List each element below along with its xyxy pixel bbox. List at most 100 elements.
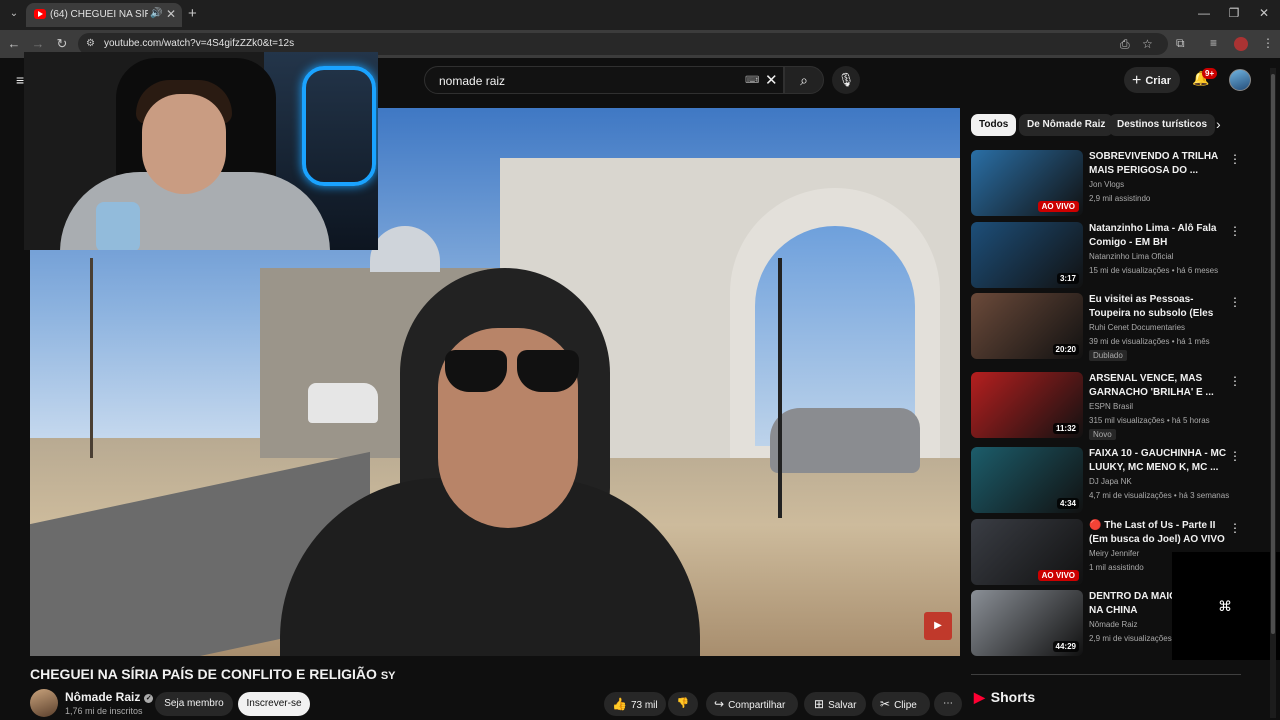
video-frame-lamp-post [778,258,782,518]
more-options-icon[interactable]: ⋮ [1229,224,1241,238]
scissors-icon: ✂ [880,697,891,711]
video-thumbnail[interactable]: 3:17 [971,222,1083,288]
restore-icon[interactable]: ❐ [1224,6,1244,20]
like-button[interactable]: 👍 73 mil [604,692,666,716]
recommendation-title[interactable]: Eu visitei as Pessoas-Toupeira no subsol… [1089,293,1229,321]
recommendation-meta: 2,9 mi de visualizações [1089,634,1172,643]
recommendation-item[interactable]: 3:17 Natanzinho Lima - Alô Fala Comigo - … [971,222,1241,290]
recommendation-item[interactable]: 11:32 ARSENAL VENCE, MAS GARNACHO 'BRILHA… [971,372,1241,440]
recommendation-channel[interactable]: Nômade Raiz [1089,620,1137,629]
save-label: Salvar [828,700,857,711]
extensions-icon[interactable]: ⧉ [1176,36,1185,51]
chip-destinations[interactable]: Destinos turísticos [1109,114,1216,136]
scrollbar-thumb[interactable] [1271,74,1275,634]
video-thumbnail[interactable]: 4:34 [971,447,1083,513]
window-close-icon[interactable]: ✕ [1254,6,1274,20]
tab-title: (64) CHEGUEI NA SÍRIA PAÍ [50,9,148,20]
audio-playing-icon[interactable]: 🔊 [150,8,162,19]
minimize-icon[interactable]: — [1194,6,1214,20]
recommendation-channel[interactable]: DJ Japa NK [1089,477,1132,486]
voice-search-icon[interactable]: 🎙 [832,66,860,94]
save-button[interactable]: ⊞ Salvar [804,692,866,716]
recommendation-item[interactable]: AO VIVO SOBREVIVENDO A TRILHA MAIS PERIGO… [971,150,1241,218]
recommendation-channel[interactable]: Jon Vlogs [1089,180,1124,189]
recommendation-tag: Novo [1089,429,1116,440]
subscribe-watermark-icon[interactable]: ▶ [924,612,952,640]
recommendation-item[interactable]: 20:20 Eu visitei as Pessoas-Toupeira no s… [971,293,1241,361]
more-options-icon[interactable]: ⋮ [1229,449,1241,463]
channel-avatar[interactable] [30,689,58,717]
more-options-icon[interactable]: ⋮ [1229,295,1241,309]
tab-search-icon[interactable]: ⌄ [6,6,22,22]
duration-badge: 11:32 [1052,423,1079,434]
back-icon[interactable]: ← [6,36,22,51]
search-button[interactable]: ⌕ [784,66,824,94]
recommendation-title[interactable]: FAIXA 10 - GAUCHINHA - MC LUUKY, MC MENO… [1089,447,1229,475]
tab-close-icon[interactable]: ✕ [166,7,176,21]
recommendation-channel[interactable]: Meiry Jennifer [1089,549,1139,558]
duration-badge: 3:17 [1056,273,1079,284]
browser-profile-avatar[interactable] [1234,37,1248,51]
recommendation-title[interactable]: 🔴 The Last of Us - Parte II (Em busca do… [1089,519,1229,547]
share-label: Compartilhar [728,700,786,711]
more-options-icon[interactable]: ⋮ [1229,152,1241,166]
recommendation-channel[interactable]: Natanzinho Lima Oficial [1089,252,1173,261]
duration-badge: 20:20 [1052,344,1079,355]
more-options-icon[interactable]: ⋮ [1229,374,1241,388]
video-frame-van [308,383,378,423]
browser-tab[interactable]: (64) CHEGUEI NA SÍRIA PAÍ 🔊 ✕ [26,3,182,27]
duration-badge: 4:34 [1056,498,1079,509]
video-thumbnail[interactable]: 11:32 [971,372,1083,438]
video-title: CHEGUEI NA SÍRIA PAÍS DE CONFLITO E RELI… [30,666,396,682]
browser-menu-icon[interactable]: ⋮ [1262,36,1274,50]
more-options-icon[interactable]: ⋮ [1229,521,1241,535]
menu-icon[interactable]: ≡ [16,72,24,88]
cast-icon[interactable]: ⌘ [1218,598,1232,615]
search-input[interactable]: nomade raiz [439,74,505,88]
video-frame-car [770,408,920,473]
recommendation-item[interactable]: 4:34 FAIXA 10 - GAUCHINHA - MC LUUKY, MC … [971,447,1241,515]
more-horizontal-icon: ⋯ [943,698,953,709]
forward-icon[interactable]: → [30,36,46,51]
recommendation-title[interactable]: SOBREVIVENDO A TRILHA MAIS PERIGOSA DO .… [1089,150,1229,178]
shorts-heading: ▶ Shorts [974,689,1035,706]
recommendation-meta: 1 mil assistindo [1089,563,1144,572]
video-thumbnail[interactable]: AO VIVO [971,150,1083,216]
new-tab-icon[interactable]: + [188,5,197,22]
dislike-button[interactable]: 👎 [668,692,698,716]
site-info-icon[interactable]: ⚙ [86,38,95,49]
reload-icon[interactable]: ↻ [54,36,70,52]
clip-button[interactable]: ✂ Clipe [872,692,930,716]
recommendation-channel[interactable]: Ruhi Cenet Documentaries [1089,323,1185,332]
clear-search-icon[interactable]: ✕ [765,71,778,89]
more-actions-button[interactable]: ⋯ [934,692,962,716]
join-button[interactable]: Seja membro [155,692,233,716]
verified-icon: ✓ [144,694,154,703]
video-thumbnail[interactable]: 44:29 [971,590,1083,656]
media-control-icon[interactable]: ≡ [1210,36,1217,50]
recommendation-channel[interactable]: ESPN Brasil [1089,402,1133,411]
channel-name[interactable]: Nômade Raiz ✓ [65,690,154,704]
recommendation-title[interactable]: ARSENAL VENCE, MAS GARNACHO 'BRILHA' E .… [1089,372,1229,400]
share-button[interactable]: ↪ Compartilhar [706,692,798,716]
search-box[interactable]: nomade raiz ⌨ ✕ [424,66,784,94]
miniplayer-overlay[interactable]: ⌘ [1172,552,1280,660]
video-thumbnail[interactable]: 20:20 [971,293,1083,359]
clip-label: Clipe [894,700,917,711]
bookmark-star-icon[interactable]: ☆ [1142,37,1153,51]
live-badge: AO VIVO [1037,570,1079,581]
create-button[interactable]: + Criar [1124,67,1180,93]
notification-badge: 9+ [1202,68,1218,79]
live-badge: AO VIVO [1037,201,1079,212]
chip-next-chevron-icon[interactable]: › [1216,116,1221,132]
subscribe-button[interactable]: Inscrever-se [238,692,310,716]
chip-channel[interactable]: De Nômade Raiz [1019,114,1114,136]
video-thumbnail[interactable]: AO VIVO [971,519,1083,585]
account-avatar[interactable] [1229,69,1251,91]
subscriber-count: 1,76 mi de inscritos [65,706,143,716]
channel-name-text: Nômade Raiz [65,690,141,704]
keyboard-icon[interactable]: ⌨ [745,75,759,86]
install-app-icon[interactable]: ⎙ [1120,37,1130,52]
chip-all[interactable]: Todos [971,114,1017,136]
recommendation-title[interactable]: Natanzinho Lima - Alô Fala Comigo - EM B… [1089,222,1229,250]
